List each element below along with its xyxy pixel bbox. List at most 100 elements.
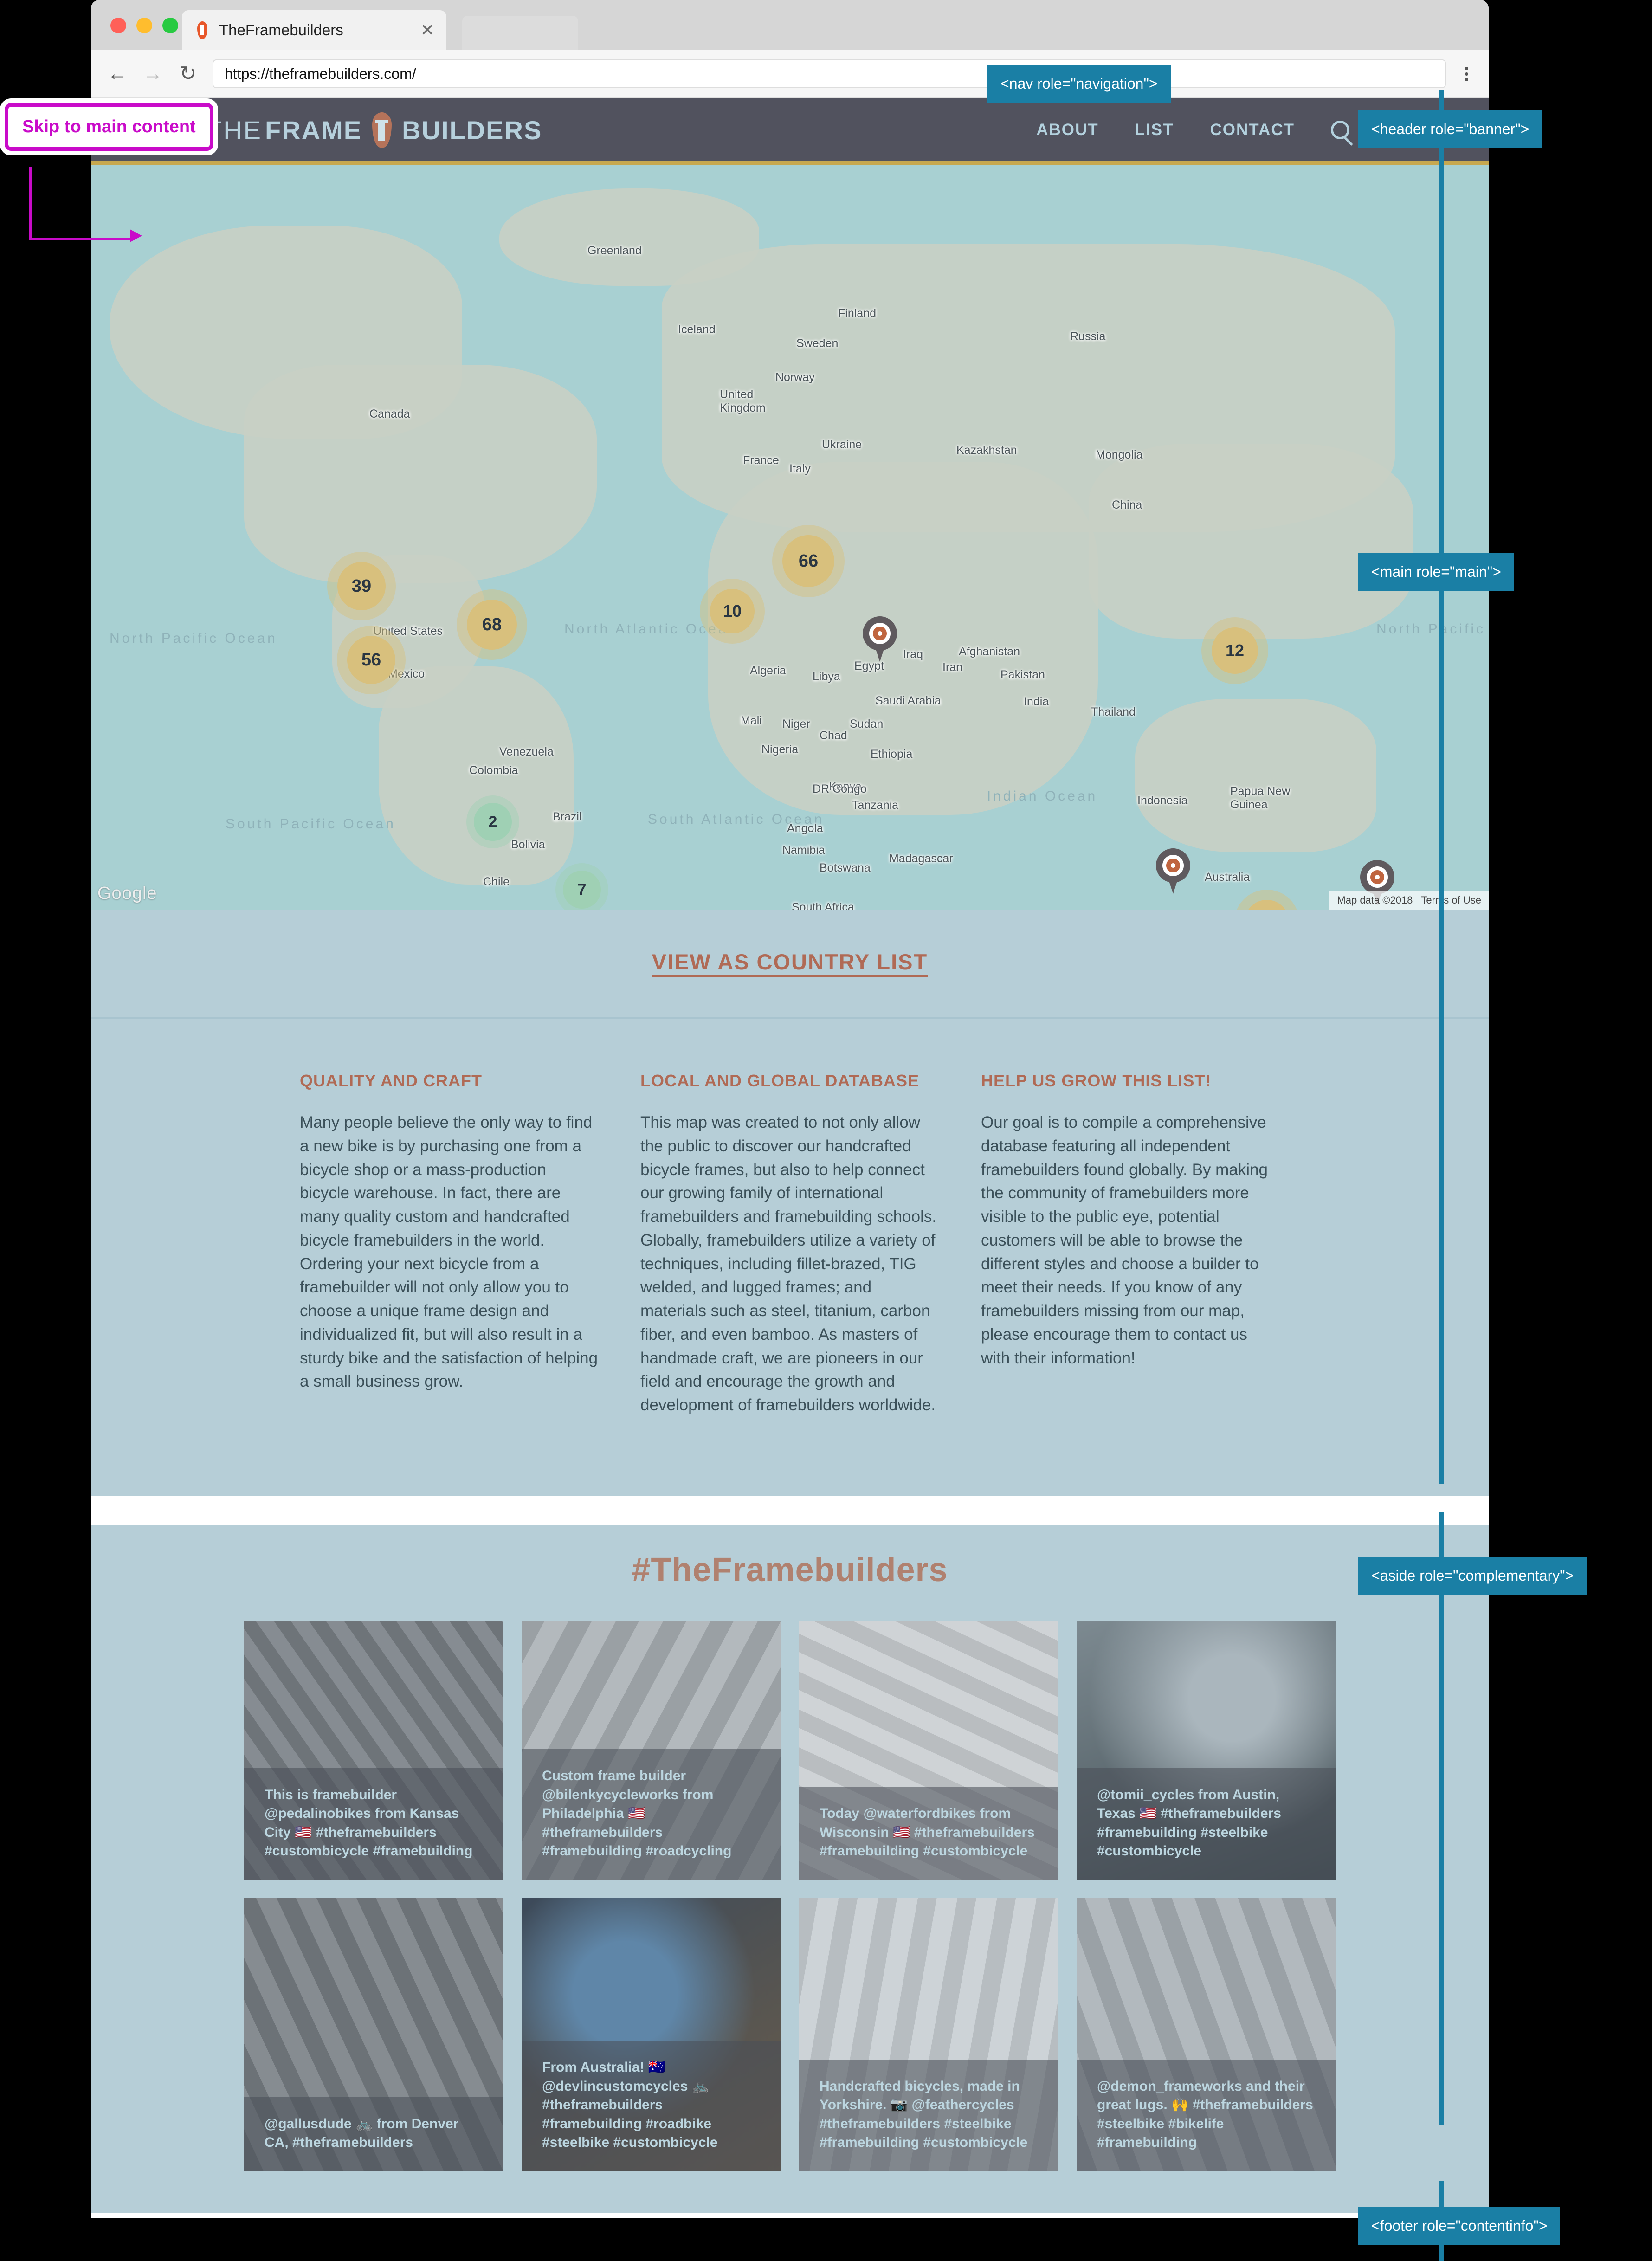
- map-country-label: Iran: [942, 661, 963, 674]
- map-country-label: Finland: [838, 307, 876, 320]
- map-country-label: Namibia: [782, 844, 825, 857]
- skip-link-label: Skip to main content: [22, 117, 196, 136]
- map-terms-link[interactable]: Terms of Use: [1421, 894, 1481, 906]
- map-country-label: Nigeria: [761, 743, 799, 756]
- browser-menu-icon[interactable]: [1460, 65, 1473, 84]
- map-country-label: Mongolia: [1096, 448, 1143, 461]
- url-text: https://theframebuilders.com/: [225, 65, 416, 82]
- map-country-label: Sweden: [796, 337, 839, 350]
- annotation-main: <main role="main">: [1358, 553, 1514, 591]
- map-country-label: France: [743, 454, 779, 467]
- minimize-window-button[interactable]: [136, 18, 152, 33]
- browser-toolbar: ← → ↻ https://theframebuilders.com/: [91, 50, 1489, 98]
- logo-word-frame: FRAME: [265, 115, 362, 145]
- close-icon[interactable]: ✕: [420, 22, 434, 39]
- map-country-label: Botswana: [820, 861, 871, 874]
- map-pin-marker[interactable]: [863, 616, 897, 662]
- gallery-item[interactable]: Handcrafted bicycles, made in Yorkshire.…: [799, 1898, 1058, 2171]
- reload-icon[interactable]: ↻: [177, 64, 199, 84]
- map-country-label: Libya: [813, 670, 840, 683]
- nav-item-about[interactable]: ABOUT: [1036, 121, 1098, 139]
- map-country-label: Chad: [820, 729, 847, 742]
- map-country-label: Papua New Guinea: [1230, 785, 1291, 811]
- map-cluster-marker: 2: [474, 803, 512, 841]
- annotation-header: <header role="banner">: [1358, 110, 1542, 148]
- annotation-aside: <aside role="complementary">: [1358, 1557, 1587, 1595]
- annotation-footer: <footer role="contentinfo">: [1358, 2207, 1561, 2245]
- logo-word-builders: BUILDERS: [402, 115, 542, 145]
- map-country-label: Brazil: [553, 810, 582, 823]
- gallery-item[interactable]: From Australia! 🇦🇺 @devlincustomcycles 🚲…: [522, 1898, 781, 2171]
- browser-tab[interactable]: TheFramebuilders ✕: [182, 10, 446, 50]
- info-columns: QUALITY AND CRAFT Many people believe th…: [91, 1019, 1489, 1496]
- map-cluster-marker: 66: [782, 535, 834, 587]
- close-window-button[interactable]: [110, 18, 126, 33]
- gallery-caption: From Australia! 🇦🇺 @devlincustomcycles 🚲…: [522, 2041, 781, 2171]
- skip-link-connector: [29, 167, 32, 240]
- column-body: Many people believe the only way to find…: [300, 1113, 598, 1391]
- search-icon[interactable]: [1331, 121, 1349, 139]
- map-ocean-label: South Pacific Ocean: [226, 816, 396, 832]
- gallery-title: #TheFramebuilders: [632, 1551, 948, 1589]
- world-map[interactable]: North Pacific Ocean North Atlantic Ocean…: [91, 165, 1489, 910]
- map-country-label: United Kingdom: [720, 388, 766, 414]
- back-icon[interactable]: ←: [107, 64, 128, 84]
- skip-link-connector: [29, 238, 135, 240]
- gallery-caption: Handcrafted bicycles, made in Yorkshire.…: [799, 2059, 1058, 2171]
- map-country-label: Angola: [787, 822, 823, 835]
- map-ocean-label: Indian Ocean: [987, 788, 1098, 804]
- gallery-item[interactable]: This is framebuilder @pedalinobikes from…: [244, 1620, 503, 1880]
- map-country-label: Thailand: [1091, 705, 1136, 718]
- instagram-gallery: #TheFramebuilders This is framebuilder @…: [91, 1525, 1489, 2213]
- map-country-label: Tanzania: [852, 799, 899, 812]
- gallery-grid: This is framebuilder @pedalinobikes from…: [91, 1620, 1489, 2171]
- map-country-label: Kazakhstan: [956, 444, 1017, 457]
- site-logo[interactable]: THE FRAME BUILDERS: [206, 110, 542, 149]
- gallery-item[interactable]: @gallusdude 🚲 from Denver CA, #theframeb…: [244, 1898, 503, 2171]
- maximize-window-button[interactable]: [162, 18, 178, 33]
- map-cluster-marker: 39: [337, 562, 386, 610]
- map-cluster-marker: 7: [563, 871, 601, 909]
- new-tab-button[interactable]: [462, 16, 578, 50]
- nav-item-list[interactable]: LIST: [1135, 121, 1174, 139]
- gallery-caption: Custom frame builder @bilenkycycleworks …: [522, 1749, 781, 1880]
- map-attribution: Map data ©2018 Terms of Use: [1329, 891, 1489, 910]
- annotation-nav: <nav role="navigation">: [987, 65, 1171, 103]
- map-country-label: Greenland: [587, 244, 642, 257]
- browser-tabstrip: TheFramebuilders ✕: [91, 0, 1489, 50]
- map-country-label: Madagascar: [889, 852, 953, 865]
- info-column-quality: QUALITY AND CRAFT Many people believe th…: [300, 1071, 599, 1417]
- map-country-label: China: [1112, 498, 1142, 511]
- map-country-label: Ukraine: [822, 438, 862, 451]
- map-cluster-marker: 68: [467, 600, 517, 650]
- map-country-label: Bolivia: [511, 838, 545, 851]
- gallery-item[interactable]: Custom frame builder @bilenkycycleworks …: [522, 1620, 781, 1880]
- map-pin-marker[interactable]: [1156, 848, 1190, 894]
- map-cluster-marker: 10: [1245, 900, 1289, 910]
- header-divider: [91, 162, 1489, 165]
- map-country-label: Italy: [789, 462, 811, 475]
- nav-item-contact[interactable]: CONTACT: [1210, 121, 1295, 139]
- gallery-item[interactable]: @demon_frameworks and their great lugs. …: [1077, 1898, 1336, 2171]
- map-country-label: South Africa: [792, 901, 854, 910]
- map-ocean-label: North Pacific Ocean: [1376, 621, 1489, 637]
- skip-to-main-content-link[interactable]: Skip to main content: [5, 103, 213, 151]
- forward-icon[interactable]: →: [142, 64, 163, 84]
- gallery-item[interactable]: @tomii_cycles from Austin, Texas 🇺🇸 #the…: [1077, 1620, 1336, 1880]
- map-country-label: Norway: [775, 371, 815, 384]
- map-country-label: Saudi Arabia: [875, 694, 941, 707]
- map-cluster-marker: 12: [1212, 627, 1258, 674]
- address-bar[interactable]: https://theframebuilders.com/: [213, 59, 1446, 88]
- frame-badge-icon: [369, 110, 394, 149]
- map-country-label: Venezuela: [499, 745, 554, 758]
- gallery-item[interactable]: Today @waterfordbikes from Wisconsin 🇺🇸 …: [799, 1620, 1058, 1880]
- map-data-credit: Map data ©2018: [1337, 894, 1413, 906]
- section-gap: [91, 2212, 1489, 2218]
- view-as-country-list-link[interactable]: VIEW AS COUNTRY LIST: [652, 950, 928, 974]
- column-body: Our goal is to compile a comprehensive d…: [981, 1113, 1268, 1367]
- window-controls[interactable]: [110, 18, 178, 33]
- site-header: THE FRAME BUILDERS ABOUT LIST CONTACT: [91, 98, 1489, 162]
- map-ocean-label: South Atlantic Ocean: [648, 812, 825, 827]
- section-gap: [91, 1496, 1489, 1525]
- annotation-main-bracket: [1439, 177, 1444, 1484]
